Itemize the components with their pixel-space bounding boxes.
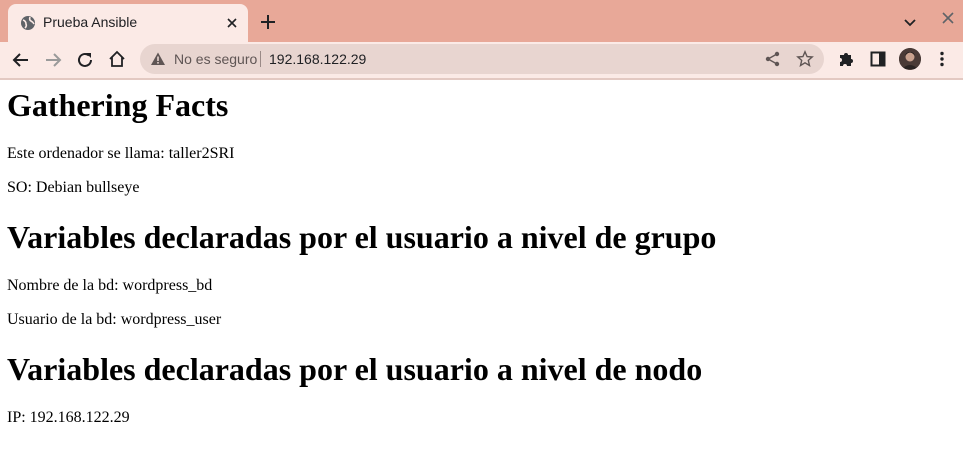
- ip-line: IP: 192.168.122.29: [7, 409, 130, 426]
- omnibox-separator: [260, 51, 261, 67]
- tab-title: Prueba Ansible: [43, 14, 138, 30]
- heading-group-variables: Variables declaradas por el usuario a ni…: [7, 219, 717, 255]
- bookmark-star-icon[interactable]: [796, 50, 814, 68]
- share-icon[interactable]: [764, 50, 782, 68]
- back-arrow-icon[interactable]: [11, 50, 31, 70]
- globe-icon: [21, 16, 35, 30]
- window-close-icon[interactable]: [940, 10, 956, 26]
- home-icon[interactable]: [107, 49, 127, 69]
- profile-avatar[interactable]: [899, 48, 921, 70]
- reload-icon[interactable]: [75, 50, 95, 70]
- address-bar[interactable]: No es seguro 192.168.122.29: [140, 44, 824, 74]
- heading-gathering-facts: Gathering Facts: [7, 87, 229, 123]
- url-text[interactable]: 192.168.122.29: [269, 51, 366, 67]
- heading-node-variables: Variables declaradas por el usuario a ni…: [7, 351, 703, 387]
- db-user-line: Usuario de la bd: wordpress_user: [7, 311, 222, 328]
- new-tab-icon[interactable]: [258, 12, 278, 32]
- toolbar-divider: [0, 78, 963, 80]
- forward-arrow-icon[interactable]: [43, 50, 63, 70]
- os-line: SO: Debian bullseye: [7, 179, 140, 196]
- close-icon[interactable]: [224, 15, 240, 31]
- hostname-line: Este ordenador se llama: taller2SRI: [7, 145, 235, 162]
- extensions-icon[interactable]: [836, 49, 856, 69]
- db-name-line: Nombre de la bd: wordpress_bd: [7, 277, 213, 294]
- chevron-down-icon[interactable]: [901, 13, 919, 31]
- security-label[interactable]: No es seguro: [174, 51, 257, 67]
- side-panel-icon[interactable]: [868, 49, 888, 69]
- kebab-menu-icon[interactable]: [932, 49, 952, 69]
- tab-strip: Prueba Ansible: [0, 0, 963, 42]
- warning-icon[interactable]: [150, 51, 166, 67]
- browser-tab[interactable]: Prueba Ansible: [8, 4, 248, 42]
